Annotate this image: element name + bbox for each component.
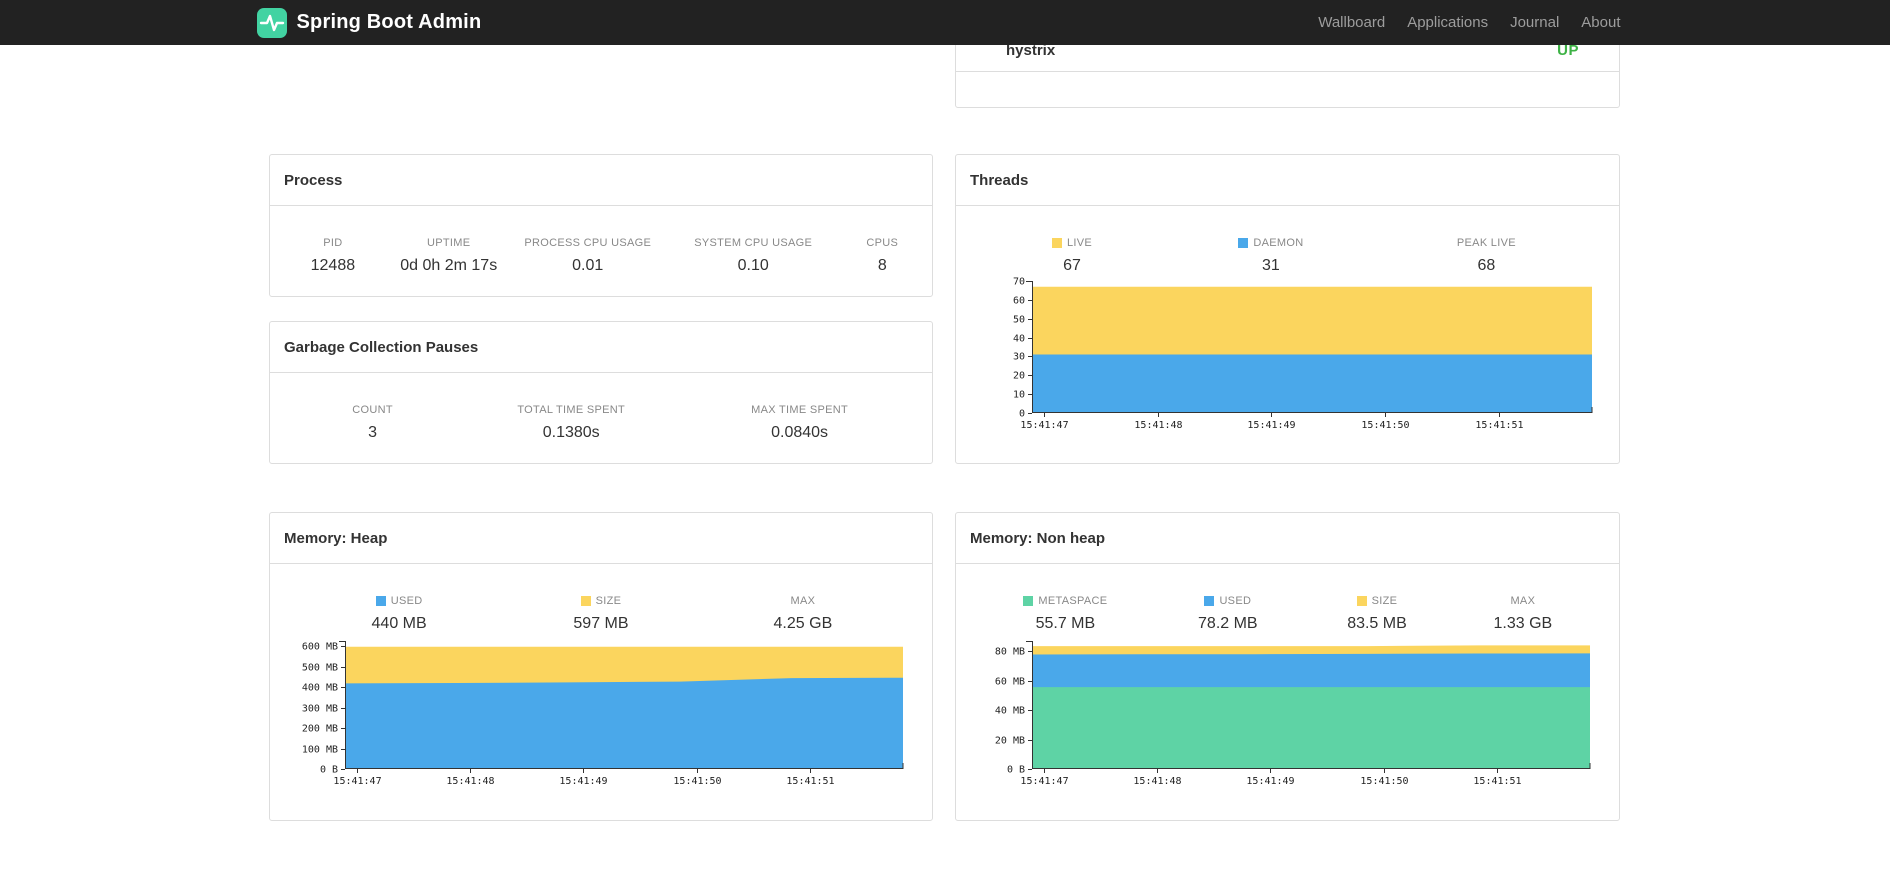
svg-text:15:41:47: 15:41:47 (1020, 420, 1068, 431)
svg-text:15:41:51: 15:41:51 (1473, 776, 1521, 787)
svg-text:400 MB: 400 MB (302, 683, 338, 694)
svg-text:15:41:51: 15:41:51 (786, 776, 834, 787)
svg-text:15:41:49: 15:41:49 (1247, 420, 1295, 431)
stat-heap-max: MAX 4.25 GB (773, 595, 833, 632)
navbar-container: Spring Boot Admin Wallboard Applications… (256, 0, 1621, 45)
svg-text:600 MB: 600 MB (302, 642, 338, 653)
stat-threads-daemon: DAEMON 31 (1188, 237, 1354, 275)
svg-text:0 B: 0 B (1007, 765, 1025, 776)
stat-threads-peak: PEAK LIVE 68 (1456, 237, 1516, 274)
panel-title-threads: Threads (956, 155, 1619, 206)
threads-stats: LIVE 67 DAEMON 31 PEAK LIVE 68 (956, 206, 1619, 275)
heap-panel: Memory: Heap USED 440 MB SIZE 597 MB MAX (269, 512, 933, 821)
svg-text:15:41:48: 15:41:48 (1134, 420, 1182, 431)
panel-title-heap: Memory: Heap (270, 513, 932, 564)
heap-size-legend-swatch (580, 596, 591, 606)
svg-text:10: 10 (1013, 390, 1025, 401)
svg-text:15:41:47: 15:41:47 (333, 776, 381, 787)
svg-text:40 MB: 40 MB (995, 706, 1025, 717)
stat-cpus: CPUS 8 (866, 237, 899, 274)
process-panel: Process PID 12488 UPTIME 0d 0h 2m 17s PR… (269, 154, 933, 297)
svg-text:15:41:48: 15:41:48 (446, 776, 494, 787)
nav-links: Wallboard Applications Journal About (1307, 14, 1620, 31)
stat-nonheap-max: MAX 1.33 GB (1493, 595, 1553, 632)
stat-nonheap-size: SIZE 83.5 MB (1347, 595, 1407, 632)
nav-applications[interactable]: Applications (1396, 14, 1499, 31)
svg-text:15:41:50: 15:41:50 (1361, 420, 1409, 431)
stat-nonheap-metaspace: METASPACE 55.7 MB (956, 595, 1175, 633)
stat-pid: PID 12488 (310, 237, 356, 274)
heap-area-chart: 600 MB 500 MB 400 MB 300 MB 200 MB 100 MB 0 B1… (302, 641, 904, 787)
app-logo-icon (256, 7, 287, 38)
stat-nonheap-used: USED 78.2 MB (1198, 595, 1258, 632)
stat-gc-count: COUNT 3 (352, 404, 393, 441)
svg-text:500 MB: 500 MB (302, 663, 338, 674)
svg-text:50: 50 (1013, 315, 1025, 326)
live-legend-swatch (1051, 238, 1062, 248)
heap-used-legend-swatch (375, 596, 386, 606)
svg-text:0 B: 0 B (320, 765, 338, 776)
stat-heap-used: USED 440 MB (371, 595, 427, 632)
nonheap-panel: Memory: Non heap METASPACE 55.7 MB USED … (955, 512, 1620, 821)
nonheap-size-legend-swatch (1356, 596, 1367, 606)
stat-gc-total-time: TOTAL TIME SPENT 0.1380s (517, 404, 626, 441)
nonheap-stats: METASPACE 55.7 MB USED 78.2 MB SIZE 83.5… (956, 564, 1619, 633)
gc-panel: Garbage Collection Pauses COUNT 3 TOTAL … (269, 321, 933, 464)
nav-about[interactable]: About (1570, 14, 1620, 31)
stat-process-cpu: PROCESS CPU USAGE 0.01 (524, 237, 652, 274)
svg-text:0: 0 (1019, 409, 1025, 420)
svg-text:15:41:50: 15:41:50 (1360, 776, 1408, 787)
process-stats: PID 12488 UPTIME 0d 0h 2m 17s PROCESS CP… (270, 206, 932, 275)
gc-stats: COUNT 3 TOTAL TIME SPENT 0.1380s MAX TIM… (270, 373, 932, 442)
svg-text:300 MB: 300 MB (302, 704, 338, 715)
svg-text:15:41:50: 15:41:50 (673, 776, 721, 787)
stat-uptime: UPTIME 0d 0h 2m 17s (400, 237, 498, 274)
panel-title-nonheap: Memory: Non heap (956, 513, 1619, 564)
stat-gc-max-time: MAX TIME SPENT 0.0840s (751, 404, 849, 441)
top-navbar: Spring Boot Admin Wallboard Applications… (0, 0, 1890, 45)
stat-heap-size: SIZE 597 MB (573, 595, 629, 632)
nonheap-used-legend-swatch (1204, 596, 1215, 606)
heap-stats: USED 440 MB SIZE 597 MB MAX 4.25 GB (270, 564, 932, 633)
svg-text:15:41:48: 15:41:48 (1133, 776, 1181, 787)
panel-title-gc: Garbage Collection Pauses (270, 322, 932, 373)
svg-text:70: 70 (1013, 277, 1025, 288)
brand-title: Spring Boot Admin (296, 11, 482, 33)
svg-text:15:41:49: 15:41:49 (1246, 776, 1294, 787)
stat-threads-live: LIVE 67 (956, 237, 1188, 275)
nav-wallboard[interactable]: Wallboard (1307, 14, 1396, 31)
threads-area-chart: 70 60 50 40 30 20 10 0 15:41:47 15:41:48 15:41:49 1… (1013, 277, 1593, 431)
svg-text:100 MB: 100 MB (302, 745, 338, 756)
stat-system-cpu: SYSTEM CPU USAGE 0.10 (694, 237, 813, 274)
nonheap-area-chart: 80 MB 60 MB 40 MB 20 MB 0 B 15:41:47 15:41:48 1… (995, 641, 1591, 787)
daemon-legend-swatch (1238, 238, 1249, 248)
svg-text:60 MB: 60 MB (995, 677, 1025, 688)
svg-text:15:41:51: 15:41:51 (1475, 420, 1523, 431)
svg-text:40: 40 (1013, 334, 1025, 345)
page-root: hystrix UP Process PID 12488 UPTIME 0d 0… (0, 0, 1890, 892)
svg-text:200 MB: 200 MB (302, 724, 338, 735)
metaspace-legend-swatch (1023, 596, 1034, 606)
threads-panel: Threads LIVE 67 DAEMON 31 PEAK LIVE 68 7… (955, 154, 1620, 464)
svg-text:15:41:49: 15:41:49 (559, 776, 607, 787)
svg-text:20 MB: 20 MB (995, 736, 1025, 747)
svg-text:20: 20 (1013, 371, 1025, 382)
svg-text:60: 60 (1013, 296, 1025, 307)
svg-text:30: 30 (1013, 352, 1025, 363)
brand-link[interactable]: Spring Boot Admin (256, 7, 482, 38)
svg-text:15:41:47: 15:41:47 (1020, 776, 1068, 787)
nav-journal[interactable]: Journal (1499, 14, 1570, 31)
panel-title-process: Process (270, 155, 932, 206)
svg-text:80 MB: 80 MB (995, 647, 1025, 658)
